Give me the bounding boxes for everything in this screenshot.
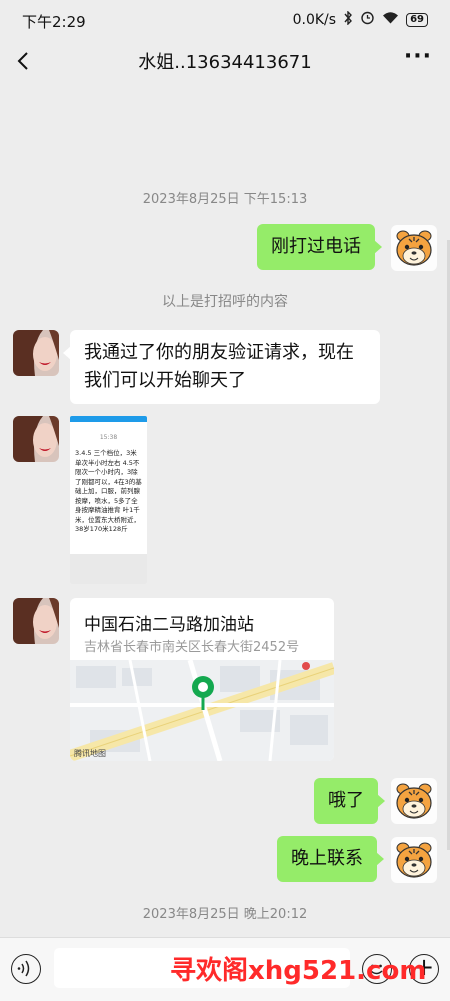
wifi-icon bbox=[382, 11, 399, 28]
bluetooth-icon bbox=[343, 9, 353, 29]
battery-icon: 69 bbox=[406, 12, 428, 27]
map-thumbnail bbox=[70, 659, 334, 761]
status-icons: 0.0K/s 69 bbox=[292, 9, 428, 29]
status-time: 下午2:29 bbox=[22, 13, 86, 31]
image-footer bbox=[70, 554, 147, 584]
message-bubble-self[interactable]: 哦了 bbox=[314, 778, 385, 824]
image-time: 15:38 bbox=[99, 434, 118, 441]
avatar-self[interactable] bbox=[391, 837, 437, 883]
avatar-other[interactable] bbox=[13, 598, 59, 644]
message-line: 我通过了你的朋友验证请求，现在 bbox=[84, 342, 354, 363]
message-line: 我们可以开始聊天了 bbox=[84, 370, 246, 391]
location-card[interactable]: 中国石油二马路加油站 吉林省长春市南关区长春大街2452号 腾讯地图 bbox=[70, 598, 334, 761]
voice-icon[interactable] bbox=[11, 954, 41, 984]
avatar-other[interactable] bbox=[13, 330, 59, 376]
map-credit: 腾讯地图 bbox=[74, 749, 106, 758]
avatar-self[interactable] bbox=[391, 778, 437, 824]
image-text: 3.4.5 三个档位，3米单次半小时左右 4.5不限次一个小时内，3除了刚都可以… bbox=[75, 449, 142, 533]
woman-avatar-icon bbox=[13, 416, 59, 462]
tiger-avatar-icon bbox=[391, 837, 437, 883]
image-header-bar bbox=[70, 416, 147, 422]
chat-title: 水姐..13634413671 bbox=[138, 52, 312, 73]
tiger-avatar-icon bbox=[391, 225, 437, 271]
woman-avatar-icon bbox=[13, 330, 59, 376]
location-map[interactable]: 腾讯地图 bbox=[70, 659, 334, 761]
message-bubble-self[interactable]: 刚打过电话 bbox=[257, 224, 382, 270]
message-bubble-self[interactable]: 晚上联系 bbox=[277, 836, 384, 882]
system-note: 以上是打招呼的内容 bbox=[162, 294, 288, 310]
message-bubble-other[interactable]: 我通过了你的朋友验证请求，现在 我们可以开始聊天了 bbox=[63, 330, 380, 404]
timestamp: 2023年8月25日 晚上20:12 bbox=[142, 907, 308, 922]
alarm-icon bbox=[360, 10, 375, 29]
timestamp: 2023年8月25日 下午15:13 bbox=[142, 192, 308, 207]
woman-avatar-icon bbox=[13, 598, 59, 644]
image-message[interactable]: 15:38 3.4.5 三个档位，3米单次半小时左右 4.5不限次一个小时内，3… bbox=[70, 416, 147, 584]
status-bar: 下午2:29 0.0K/s 69 bbox=[0, 0, 450, 40]
watermark: 寻欢阁xhg521.com bbox=[170, 956, 427, 986]
more-dots-icon[interactable]: ··· bbox=[404, 44, 432, 69]
chat-header: 水姐..13634413671 ··· bbox=[0, 40, 450, 82]
location-address: 吉林省长春市南关区长春大街2452号 bbox=[84, 640, 300, 655]
location-title: 中国石油二马路加油站 bbox=[84, 615, 254, 635]
tiger-avatar-icon bbox=[391, 778, 437, 824]
avatar-other[interactable] bbox=[13, 416, 59, 462]
network-speed: 0.0K/s bbox=[292, 11, 337, 28]
avatar-self[interactable] bbox=[391, 225, 437, 271]
